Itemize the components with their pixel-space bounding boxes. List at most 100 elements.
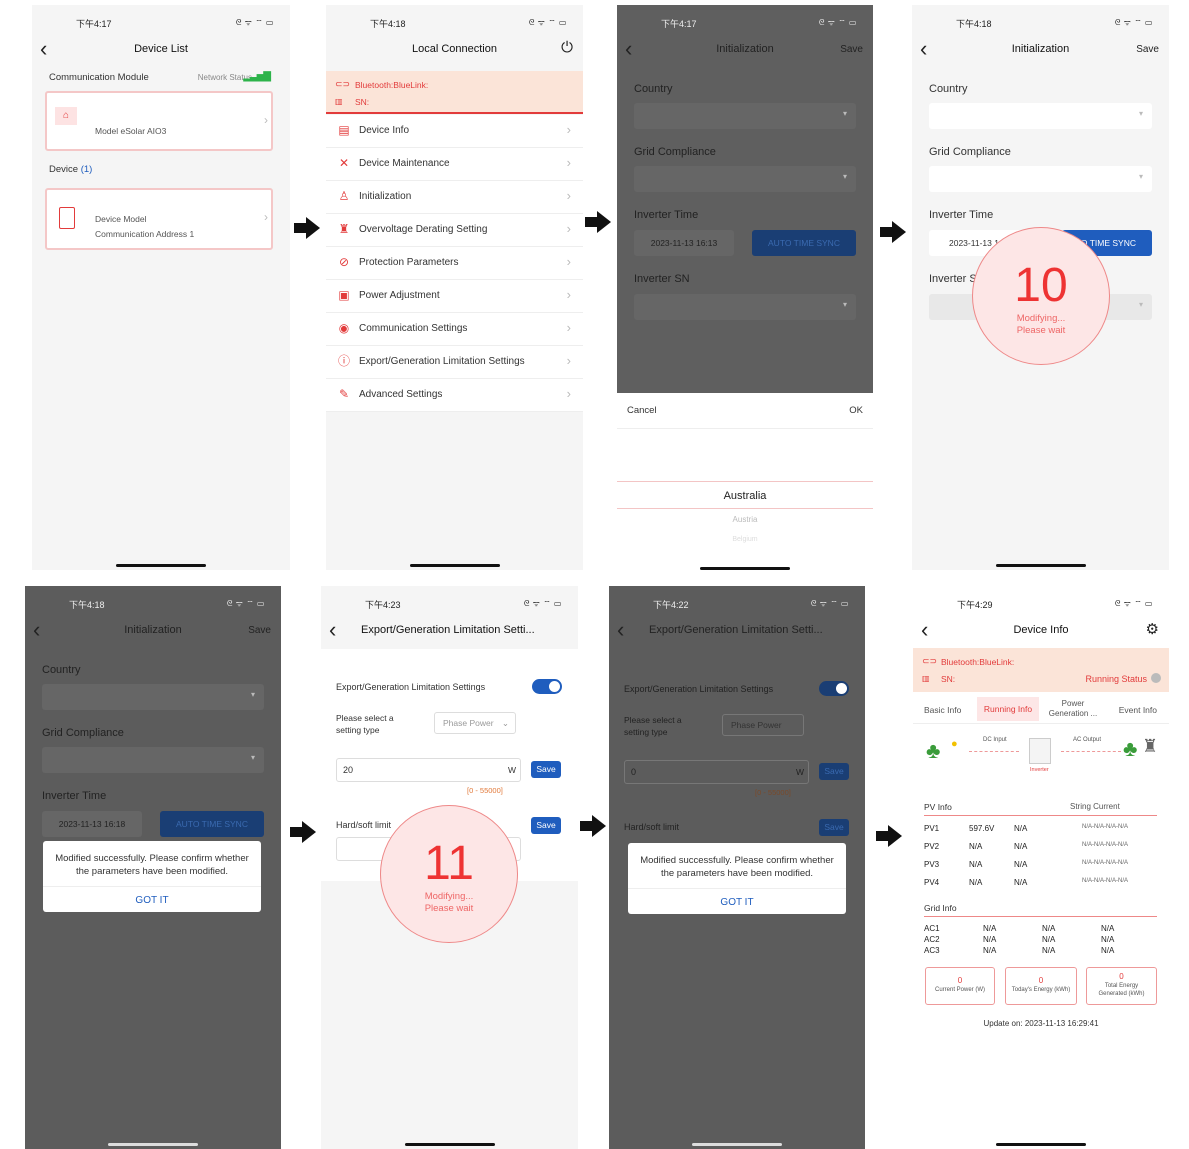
save-button[interactable]: Save	[531, 817, 561, 834]
home-indicator	[692, 1143, 782, 1146]
tab-running-info[interactable]: Running Info	[977, 697, 1039, 721]
menu-item-protection[interactable]: ⊘ Protection Parameters ›	[326, 247, 583, 280]
setting-type-value: Phase Power	[731, 720, 782, 730]
tab-event-info[interactable]: Event Info	[1119, 705, 1157, 715]
menu-label: Communication Settings	[359, 323, 468, 334]
ac-value: N/A	[1101, 924, 1115, 933]
menu-item-communication[interactable]: ◉ Communication Settings ›	[326, 313, 583, 346]
limit-value-input[interactable]: 20 W	[336, 758, 521, 782]
status-icons: ᘓ ᯤ ⌔ ▭	[818, 18, 857, 27]
picker-selected-item[interactable]: Australia	[617, 481, 873, 509]
status-time: 下午4:18	[956, 19, 992, 29]
page-title: Export/Generation Limitation Setti...	[361, 624, 535, 636]
setting-type-select[interactable]: Phase Power	[722, 714, 804, 736]
country-select[interactable]	[634, 103, 856, 129]
limitation-toggle[interactable]	[819, 681, 849, 696]
screen-initialization-success: 下午4:18 ᘓ ᯤ ⌔ ▭ ‹ Initialization Save Cou…	[25, 586, 281, 1149]
menu-item-device-maintenance[interactable]: ✕ Device Maintenance ›	[326, 148, 583, 181]
ac-value: N/A	[983, 935, 997, 944]
status-time: 下午4:17	[76, 19, 112, 29]
save-button[interactable]: Save	[531, 761, 561, 778]
sn-label: SN:	[941, 674, 956, 684]
save-button[interactable]: Save	[819, 763, 849, 780]
home-indicator	[996, 1143, 1086, 1146]
ac-value: N/A	[983, 946, 997, 955]
got-it-button[interactable]: GOT IT	[43, 887, 261, 914]
back-icon[interactable]: ‹	[617, 619, 624, 641]
menu-item-power-adjustment[interactable]: ▣ Power Adjustment ›	[326, 280, 583, 313]
limitation-toggle[interactable]	[532, 679, 562, 694]
picker-toolbar: Cancel OK	[617, 393, 873, 429]
wrench-icon: ✕	[338, 156, 350, 170]
setting-type-select[interactable]: Phase Power ⌄	[434, 712, 516, 734]
cancel-button[interactable]: Cancel	[627, 405, 657, 416]
table-row: AC2 N/A N/A N/A	[924, 935, 1156, 946]
save-button[interactable]: Save	[840, 44, 863, 55]
menu-label: Overvoltage Derating Setting	[359, 224, 488, 235]
menu-item-export-limitation[interactable]: ⓘ Export/Generation Limitation Settings ›	[326, 346, 583, 379]
picker-item[interactable]: Austria	[617, 515, 873, 524]
chevron-right-icon: ›	[264, 210, 268, 224]
pv-string: N/A-N/A-N/A-N/A	[1082, 824, 1129, 830]
auto-time-sync-button[interactable]: AUTO TIME SYNC	[752, 230, 856, 256]
country-label: Country	[634, 83, 673, 95]
grid-select[interactable]	[929, 166, 1152, 192]
save-button[interactable]: Save	[248, 625, 271, 636]
menu-item-overvoltage[interactable]: ♜ Overvoltage Derating Setting ›	[326, 214, 583, 247]
grid-tree-icon: ♣	[1123, 736, 1138, 761]
screen-initialization-picker: 下午4:17 ᘓ ᯤ ⌔ ▭ ‹ Initialization Save Cou…	[617, 5, 873, 573]
connection-banner: ⊂⊃ Bluetooth:BlueLink: ▥ SN: Running Sta…	[913, 648, 1169, 692]
status-icons: ᘓ ᯤ ⌔ ▭	[528, 18, 567, 27]
stat-label: Current Power (W)	[934, 987, 985, 993]
country-select[interactable]	[42, 684, 264, 710]
country-select[interactable]	[929, 103, 1152, 129]
status-icons: ᘓ ᯤ ⌔ ▭	[1114, 599, 1153, 608]
picker-item[interactable]: Belgium	[617, 536, 873, 543]
countdown-overlay: 11 Modifying... Please wait	[380, 805, 518, 943]
grid-select[interactable]	[634, 166, 856, 192]
save-button[interactable]: Save	[819, 819, 849, 836]
grid-info-label: Grid Info	[924, 903, 957, 913]
unit-label: W	[507, 765, 516, 775]
comm-module-card[interactable]: ⌂ Model eSolar AIO3 ›	[45, 91, 273, 151]
ok-button[interactable]: OK	[849, 405, 863, 416]
status-time: 下午4:23	[365, 600, 401, 610]
tab-power-generation[interactable]: Power Generation ...	[1043, 699, 1103, 719]
tab-basic-info[interactable]: Basic Info	[924, 705, 961, 715]
table-row: PV4 N/A N/A N/A-N/A-N/A-N/A	[924, 878, 1156, 896]
chevron-down-icon: ⌄	[501, 718, 509, 728]
country-label: Country	[929, 83, 968, 95]
inverter-label: Inverter	[1030, 767, 1049, 773]
tab-bar: Basic Info Running Info Power Generation…	[913, 694, 1169, 724]
limit-value-input[interactable]: 0W	[624, 760, 809, 784]
menu-label: Export/Generation Limitation Settings	[359, 356, 525, 367]
link-icon: ⊂⊃	[335, 79, 351, 89]
chevron-right-icon: ›	[566, 386, 571, 401]
menu-item-advanced[interactable]: ✎ Advanced Settings ›	[326, 379, 583, 412]
screen-initialization-modifying: 下午4:18 ᘓ ᯤ ⌔ ▭ ‹ Initialization Save Cou…	[912, 5, 1169, 570]
back-icon[interactable]: ‹	[329, 619, 336, 641]
tower-icon: ♜	[338, 222, 350, 236]
auto-time-sync-button[interactable]: AUTO TIME SYNC	[160, 811, 264, 837]
status-icons: ᘓ ᯤ ⌔ ▭	[235, 18, 274, 27]
page-title: Export/Generation Limitation Setti...	[649, 624, 823, 636]
menu-item-device-info[interactable]: ▤ Device Info ›	[326, 115, 583, 148]
pv-name: PV3	[924, 860, 940, 869]
user-icon: ♙	[338, 189, 350, 203]
save-button[interactable]: Save	[1136, 44, 1159, 55]
settings-gear-icon[interactable]: ⚙	[1146, 620, 1159, 638]
menu-item-initialization[interactable]: ♙ Initialization ›	[326, 181, 583, 214]
device-card[interactable]: Device Model Communication Address 1 ›	[45, 188, 273, 250]
home-indicator	[404, 1143, 495, 1146]
power-icon[interactable]: ⏻	[561, 39, 573, 56]
countdown-overlay: 10 Modifying... Please wait	[972, 227, 1110, 365]
status-dot-icon	[1151, 673, 1161, 683]
dc-flow-line	[969, 751, 1019, 752]
page-title: Device List	[134, 43, 188, 55]
wifi-icon: ◉	[338, 321, 350, 335]
chevron-right-icon: ›	[566, 254, 571, 269]
got-it-button[interactable]: GOT IT	[628, 889, 846, 916]
grid-select[interactable]	[42, 747, 264, 773]
inverter-time-value: 2023-11-13 16:18	[42, 811, 142, 837]
page-title: Device Info	[1013, 624, 1069, 636]
